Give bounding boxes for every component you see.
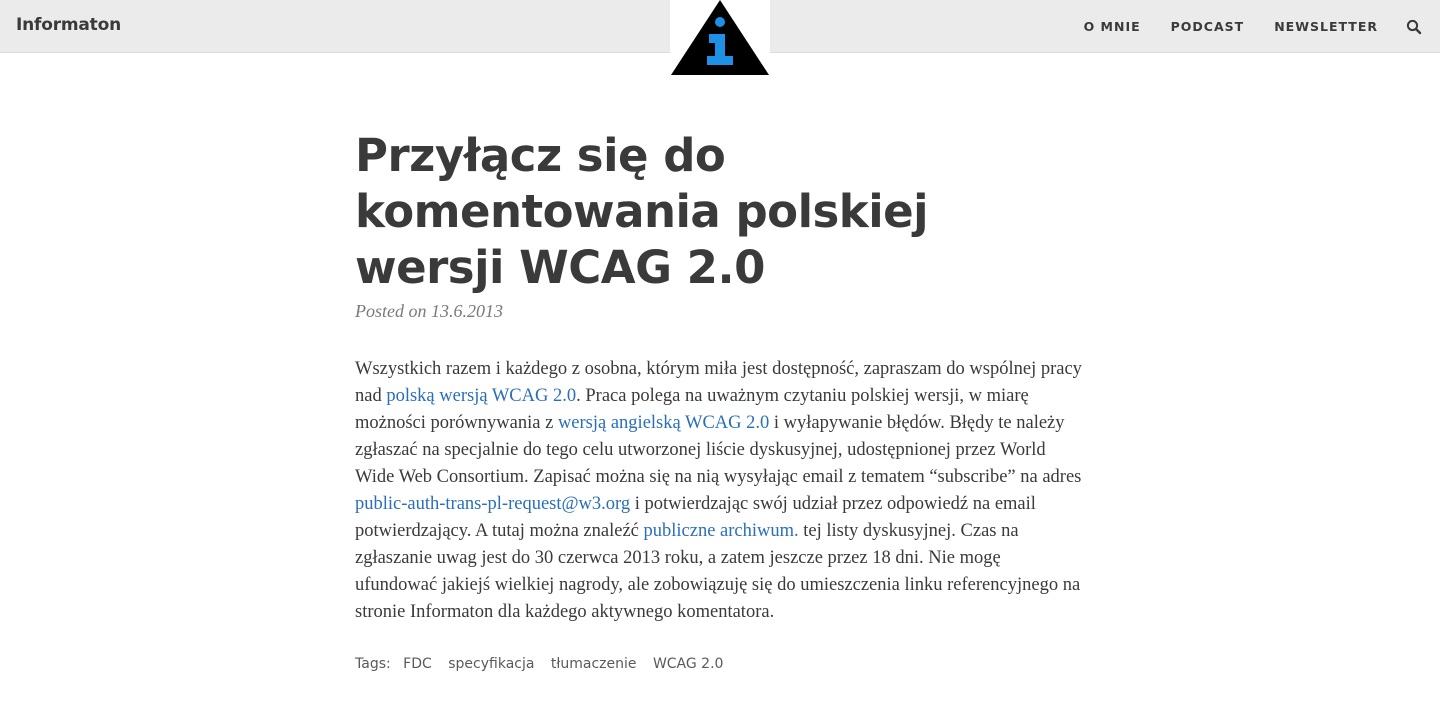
nav-item-podcast[interactable]: PODCAST bbox=[1171, 19, 1245, 34]
link-polska-wersja-wcag[interactable]: polską wersją WCAG 2.0 bbox=[386, 386, 576, 406]
post-tags: Tags: FDC specyfikacja tłumaczenie WCAG … bbox=[355, 656, 1085, 672]
post-date: Posted on 13.6.2013 bbox=[355, 301, 503, 321]
nav-item-newsletter[interactable]: NEWSLETTER bbox=[1274, 19, 1378, 34]
link-wersja-angielska-wcag[interactable]: wersją angielską WCAG 2.0 bbox=[558, 413, 769, 433]
link-publiczne-archiwum[interactable]: publiczne archiwum. bbox=[644, 521, 799, 541]
link-email-subscribe[interactable]: public-auth-trans-pl-request@w3.org bbox=[355, 494, 630, 514]
site-title-link[interactable]: Informaton bbox=[16, 15, 121, 35]
tag-link[interactable]: FDC bbox=[403, 656, 432, 672]
search-icon[interactable] bbox=[1406, 19, 1422, 35]
tag-link[interactable]: specyfikacja bbox=[448, 656, 534, 672]
logo-link[interactable] bbox=[670, 0, 770, 76]
tag-link[interactable]: tłumaczenie bbox=[551, 656, 637, 672]
page-title: Przyłącz się do komentowania polskiej we… bbox=[355, 129, 929, 294]
post-body: Wszystkich razem i każdego z osobna, któ… bbox=[355, 356, 1083, 626]
post-content: Przyłącz się do komentowania polskiej we… bbox=[355, 128, 1085, 672]
info-triangle-logo-icon bbox=[671, 0, 769, 75]
tags-label: Tags: bbox=[355, 656, 391, 672]
nav-item-o-mnie[interactable]: O MNIE bbox=[1084, 19, 1141, 34]
main-nav: O MNIE PODCAST NEWSLETTER bbox=[1054, 0, 1440, 53]
tag-link[interactable]: WCAG 2.0 bbox=[653, 656, 724, 672]
